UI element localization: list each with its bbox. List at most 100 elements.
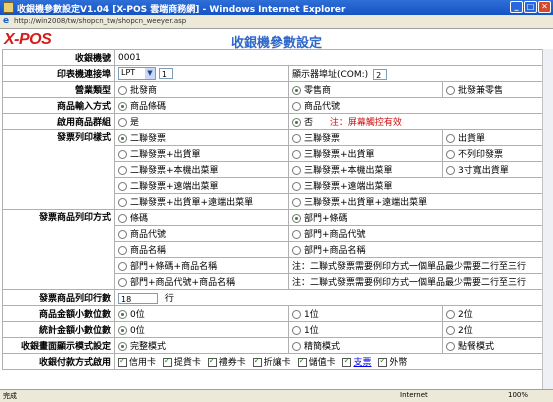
item-lines-label: 發票商品列印行數 [2, 289, 115, 306]
business-type-radio-both[interactable] [446, 86, 455, 95]
invoice-style-radio[interactable] [292, 150, 301, 159]
item-print-option: 部門+條碼+商品名稱 [130, 262, 218, 272]
display-mode-option: 精簡模式 [304, 342, 341, 352]
display-port-input[interactable]: 2 [373, 69, 388, 80]
window-title: 收銀機參數設定V1.04 [X-POS 雲端商務網] - Windows Int… [17, 5, 346, 15]
item-print-radio[interactable] [118, 262, 127, 271]
item-print-option: 部門+條碼 [304, 214, 348, 224]
printer-port-label: 印表機連接埠 [2, 65, 115, 82]
invoice-style-option: 出貨單 [458, 134, 486, 144]
item-print-radio[interactable] [118, 214, 127, 223]
invoice-style-radio[interactable] [446, 134, 455, 143]
total-decimals-radio[interactable] [118, 326, 127, 335]
item-print-note: 注：二聯式發票需要例印方式一個單品最少需要二行至三行 [292, 262, 527, 272]
status-text: 完成 [3, 392, 17, 400]
invoice-style-option: 二聯發票+遠端出菜單 [130, 182, 219, 192]
payment-option: 提貨卡 [173, 358, 201, 368]
payment-checkbox[interactable] [342, 356, 352, 367]
item-print-radio[interactable] [292, 230, 301, 239]
item-print-option: 商品名稱 [130, 246, 167, 256]
maximize-button[interactable]: □ [524, 1, 537, 13]
pos-id-label: 收銀機號 [2, 49, 115, 66]
invoice-style-option: 二聯發票+本機出菜單 [130, 166, 219, 176]
total-decimals-option: 1位 [304, 326, 319, 336]
address-url[interactable]: http://win2008/tw/shopcn_tw/shopcn_weeye… [14, 17, 186, 25]
payment-checkbox[interactable] [378, 356, 388, 367]
zoom-level[interactable]: 100% [508, 391, 528, 399]
input-method-option: 商品條碼 [130, 102, 167, 112]
invoice-style-radio[interactable] [118, 166, 127, 175]
payment-option: 外幣 [389, 358, 408, 368]
invoice-style-option: 三聯發票+遠端出菜單 [304, 182, 393, 192]
display-port-label: 顯示器埠址(COM:) [292, 70, 369, 80]
payment-option: 禮券卡 [218, 358, 246, 368]
payment-checkbox[interactable] [297, 356, 307, 367]
invoice-style-option: 不列印發票 [458, 150, 504, 160]
ie-page-icon: e [3, 16, 10, 26]
item-print-label: 發票商品列印方式 [2, 209, 115, 290]
payment-checkbox[interactable] [118, 356, 127, 367]
payment-label: 收銀付款方式啟用 [2, 353, 115, 370]
input-method-radio-barcode[interactable] [118, 102, 127, 111]
display-mode-radio[interactable] [446, 342, 455, 351]
invoice-style-radio[interactable] [292, 166, 301, 175]
invoice-style-radio[interactable] [446, 150, 455, 159]
amount-decimals-radio[interactable] [446, 310, 455, 319]
item-print-note: 注：二聯式發票需要例印方式一個單品最少需要二行至三行 [292, 278, 527, 288]
payment-checkbox[interactable] [207, 356, 217, 367]
total-decimals-radio[interactable] [446, 326, 455, 335]
payment-checkbox[interactable] [162, 356, 172, 367]
item-print-option: 部門+商品代號 [304, 230, 366, 240]
invoice-style-option: 二聯發票+出貨單 [130, 150, 201, 160]
item-print-radio[interactable] [118, 278, 127, 287]
input-method-option: 商品代號 [304, 102, 341, 112]
invoice-style-radio[interactable] [292, 198, 301, 207]
amount-decimals-radio[interactable] [118, 310, 127, 319]
item-lines-unit: 行 [164, 294, 174, 304]
payment-option: 儲值卡 [308, 358, 336, 368]
total-decimals-option: 0位 [130, 326, 145, 336]
total-decimals-radio[interactable] [292, 326, 301, 335]
item-print-radio[interactable] [292, 214, 301, 223]
business-type-label: 營業類型 [2, 81, 115, 98]
total-decimals-option: 2位 [458, 326, 473, 336]
pos-id-value: 0001 [118, 52, 141, 63]
item-print-radio[interactable] [118, 246, 127, 255]
total-decimals-label: 統計金額小數位數 [2, 321, 115, 338]
display-mode-label: 收銀畫面顯示模式設定 [2, 337, 115, 354]
item-print-radio[interactable] [292, 246, 301, 255]
business-type-option: 批發商 [130, 86, 158, 96]
use-group-radio-no[interactable] [292, 118, 301, 127]
payment-option-link[interactable]: 支票 [353, 358, 371, 368]
invoice-style-option: 二聯發票 [130, 134, 167, 144]
invoice-style-radio[interactable] [446, 166, 455, 175]
amount-decimals-radio[interactable] [292, 310, 301, 319]
business-type-radio-retail[interactable] [292, 86, 301, 95]
invoice-style-radio[interactable] [118, 134, 127, 143]
chevron-down-icon[interactable]: ▼ [145, 68, 155, 79]
address-bar[interactable]: e http://win2008/tw/shopcn_tw/shopcn_wee… [0, 15, 553, 29]
display-mode-radio[interactable] [292, 342, 301, 351]
invoice-style-radio[interactable] [292, 182, 301, 191]
payment-checkbox[interactable] [252, 356, 262, 367]
business-type-option: 批發兼零售 [458, 86, 504, 96]
close-button[interactable]: ✕ [538, 1, 551, 13]
item-print-radio[interactable] [118, 230, 127, 239]
printer-port-select[interactable]: LPT ▼ [118, 67, 156, 80]
item-lines-input[interactable]: 18 [118, 293, 158, 304]
display-mode-radio[interactable] [118, 342, 127, 351]
item-print-option: 條碼 [130, 214, 149, 224]
use-group-radio-yes[interactable] [118, 118, 127, 127]
invoice-style-option: 二聯發票+出貨單+遠端出菜單 [130, 198, 254, 208]
invoice-style-radio[interactable] [118, 150, 127, 159]
vertical-scrollbar[interactable] [542, 49, 553, 389]
minimize-button[interactable]: _ [510, 1, 523, 13]
input-method-radio-code[interactable] [292, 102, 301, 111]
invoice-style-radio[interactable] [292, 134, 301, 143]
business-type-radio-wholesale[interactable] [118, 86, 127, 95]
invoice-style-radio[interactable] [118, 182, 127, 191]
item-print-option: 部門+商品名稱 [304, 246, 366, 256]
display-mode-option: 完整模式 [130, 342, 167, 352]
printer-port-number[interactable]: 1 [158, 68, 173, 79]
invoice-style-radio[interactable] [118, 198, 127, 207]
